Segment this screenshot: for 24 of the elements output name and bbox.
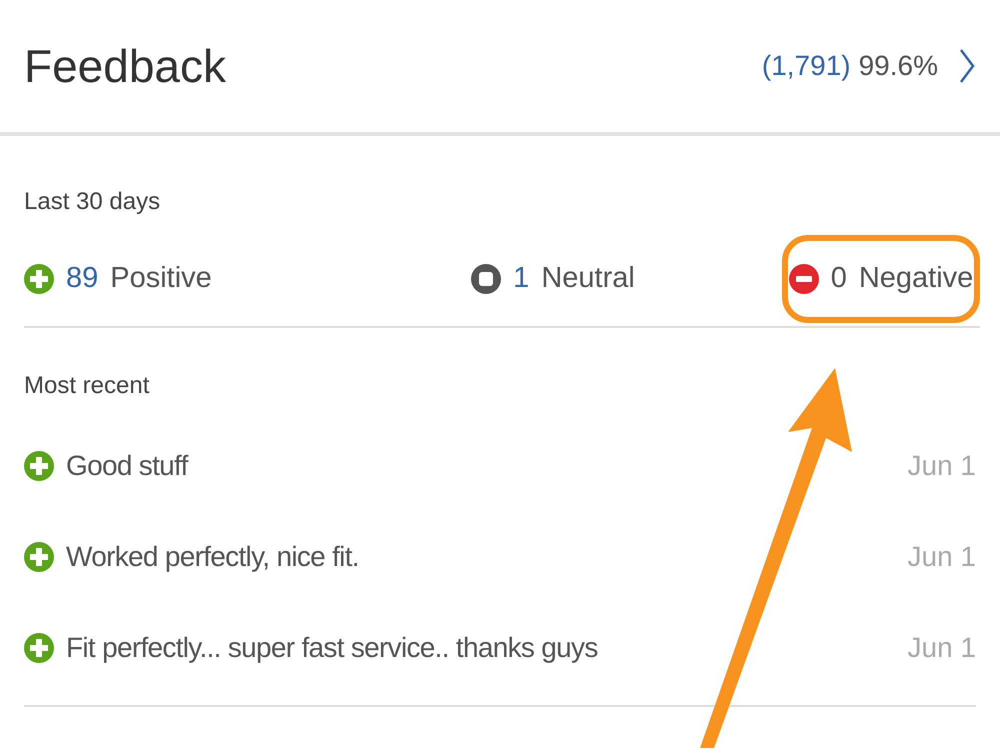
rating-label: Neutral	[541, 261, 635, 296]
section-title: Feedback	[24, 38, 226, 94]
plus-icon	[24, 450, 54, 480]
feedback-score: 99.6%	[858, 49, 938, 83]
recent-heading: Most recent	[24, 372, 150, 399]
rating-count[interactable]: 89	[66, 257, 98, 301]
plus-icon	[24, 264, 54, 294]
rating-label: Positive	[110, 261, 212, 296]
plus-icon	[24, 542, 54, 572]
feedback-comment: Fit perfectly... super fast service.. thanks guys	[66, 630, 598, 665]
feedback-date: Jun 1	[908, 630, 976, 664]
rating-count: 0	[830, 261, 847, 296]
feedback-count-link[interactable]: (1,791)	[762, 45, 851, 87]
period-label: Last 30 days	[24, 188, 160, 215]
minus-icon	[788, 264, 819, 294]
feedback-comment: Good stuff	[66, 448, 188, 482]
plus-icon	[24, 632, 54, 662]
feedback-comment: Worked perfectly, nice fit.	[66, 540, 359, 574]
rating-count[interactable]: 1	[513, 257, 530, 301]
rating-label: Negative	[858, 261, 974, 296]
feedback-date: Jun 1	[908, 448, 976, 482]
stop-icon	[471, 264, 502, 294]
feedback-date: Jun 1	[908, 540, 976, 574]
chevron-right-icon[interactable]	[958, 47, 976, 85]
